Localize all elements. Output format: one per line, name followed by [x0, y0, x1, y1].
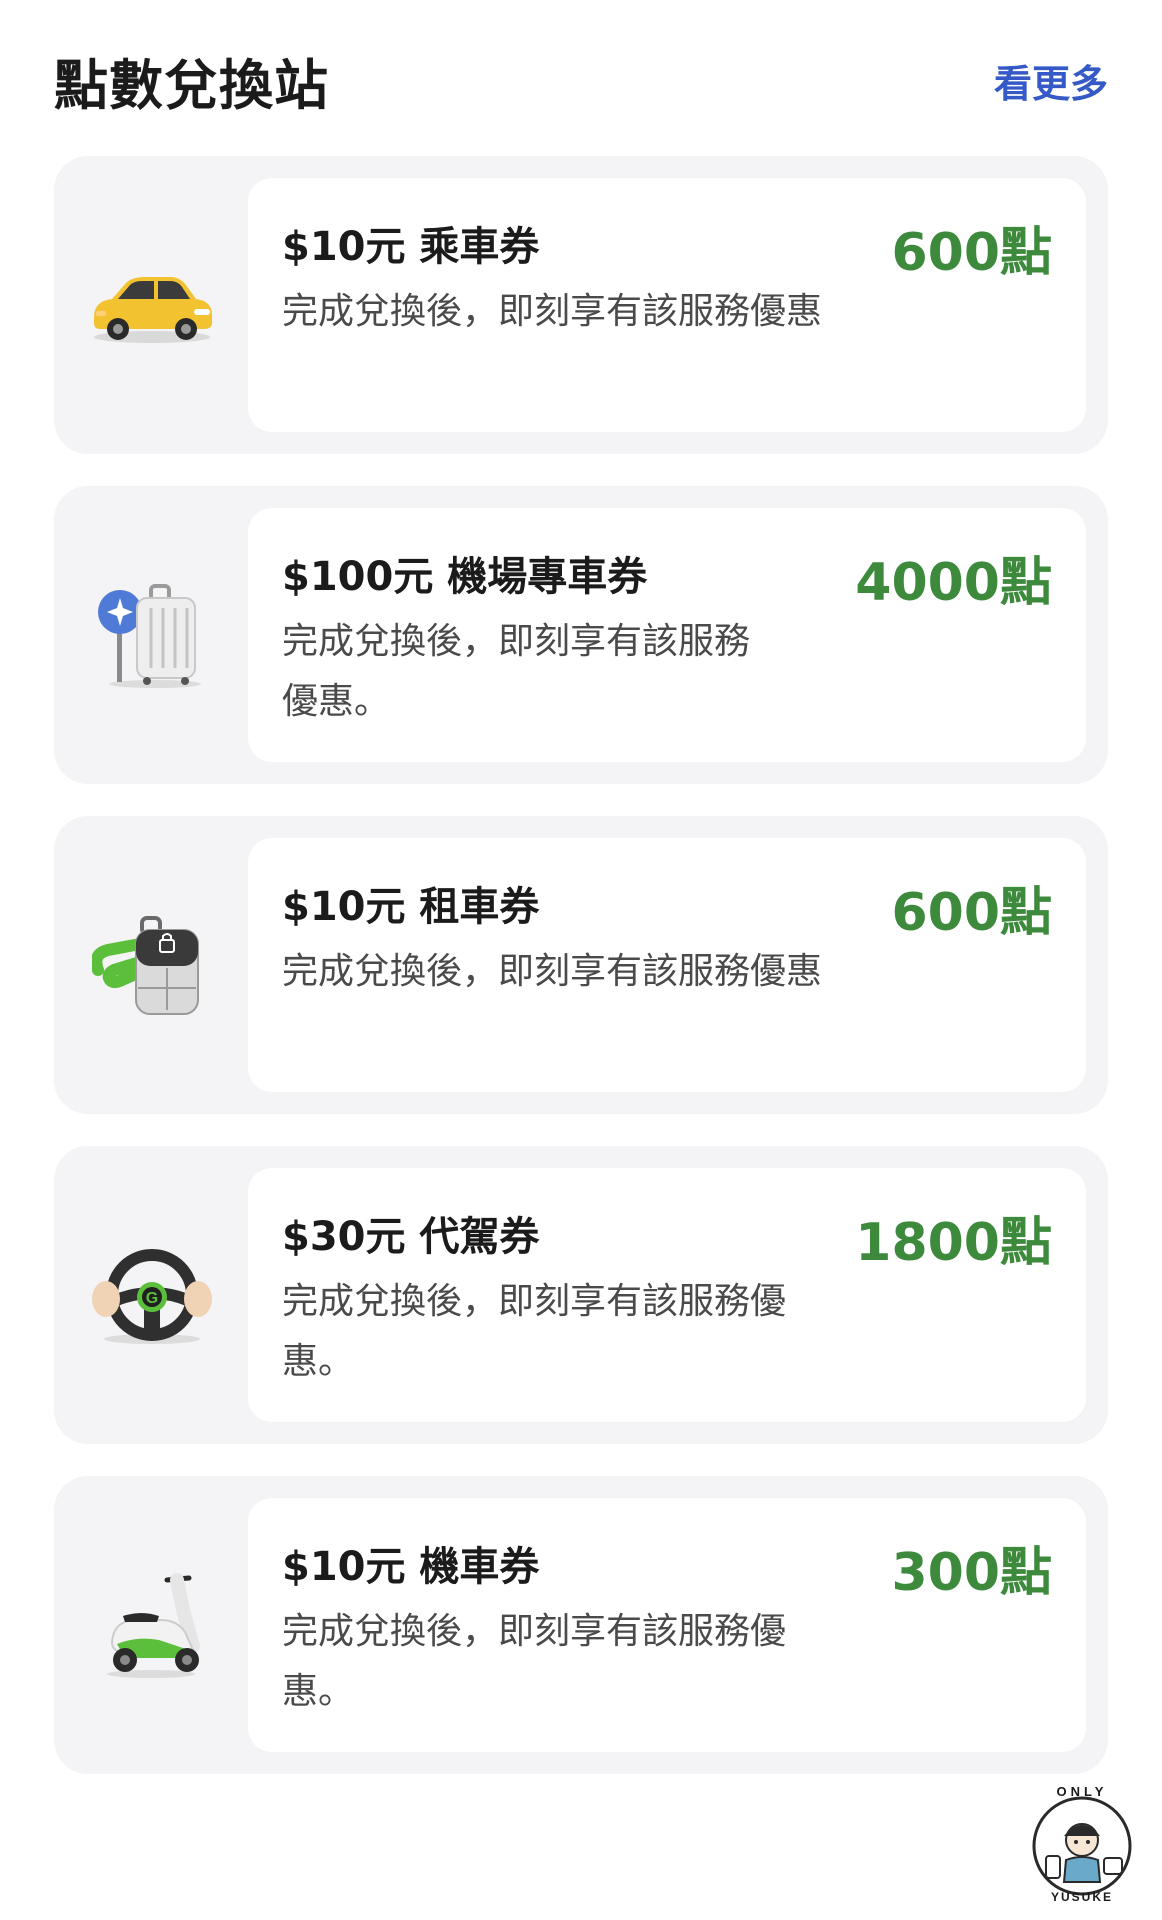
- page-title: 點數兌換站: [54, 53, 329, 117]
- reward-card-body: $100元 機場專車券 4000點 完成兌換後，即刻享有該服務優惠。: [248, 508, 1086, 762]
- reward-card-driver[interactable]: G $30元 代駕券 1800點 完成兌換後，即刻享有該服務優惠。: [54, 1146, 1108, 1444]
- svg-text:G: G: [146, 1290, 158, 1307]
- watermark-logo: ONLY YUSUKE: [1032, 1784, 1132, 1904]
- scooter-icon: [82, 1555, 222, 1695]
- reward-card-ride[interactable]: $10元 乘車券 600點 完成兌換後，即刻享有該服務優惠: [54, 156, 1108, 454]
- reward-title: $30元 代駕券: [282, 1214, 540, 1260]
- reward-card-body: $10元 乘車券 600點 完成兌換後，即刻享有該服務優惠: [248, 178, 1086, 432]
- watermark-top-text: ONLY: [1057, 1784, 1108, 1799]
- reward-title: $10元 租車券: [282, 884, 540, 930]
- reward-points: 1800點: [855, 1213, 1052, 1273]
- airport-luggage-icon: [82, 565, 222, 705]
- steering-wheel-icon: G: [82, 1225, 222, 1365]
- reward-description: 完成兌換後，即刻享有該服務優惠。: [282, 1281, 787, 1382]
- reward-card-airport[interactable]: $100元 機場專車券 4000點 完成兌換後，即刻享有該服務優惠。: [54, 486, 1108, 784]
- reward-title: $10元 乘車券: [282, 224, 540, 270]
- taxi-icon: [82, 235, 222, 375]
- reward-description: 完成兌換後，即刻享有該服務優惠: [282, 951, 823, 992]
- car-key-icon: [82, 895, 222, 1035]
- page-header: 點數兌換站 看更多: [54, 40, 1108, 120]
- reward-card-scooter[interactable]: $10元 機車券 300點 完成兌換後，即刻享有該服務優惠。: [54, 1476, 1108, 1774]
- reward-title: $100元 機場專車券: [282, 554, 648, 600]
- reward-card-rental[interactable]: $10元 租車券 600點 完成兌換後，即刻享有該服務優惠: [54, 816, 1108, 1114]
- watermark-bottom-text: YUSUKE: [1051, 1890, 1113, 1904]
- reward-card-body: $10元 租車券 600點 完成兌換後，即刻享有該服務優惠: [248, 838, 1086, 1092]
- reward-description: 完成兌換後，即刻享有該服務優惠。: [282, 1611, 787, 1712]
- reward-description: 完成兌換後，即刻享有該服務優惠: [282, 291, 823, 332]
- reward-card-body: $10元 機車券 300點 完成兌換後，即刻享有該服務優惠。: [248, 1498, 1086, 1752]
- reward-points: 300點: [891, 1543, 1052, 1603]
- reward-card-body: $30元 代駕券 1800點 完成兌換後，即刻享有該服務優惠。: [248, 1168, 1086, 1422]
- reward-description: 完成兌換後，即刻享有該服務優惠。: [282, 621, 751, 722]
- reward-points: 600點: [891, 883, 1052, 943]
- see-more-link[interactable]: 看更多: [994, 53, 1108, 108]
- reward-points: 600點: [891, 223, 1052, 283]
- reward-list: $10元 乘車券 600點 完成兌換後，即刻享有該服務優惠 $100元 機場專車…: [54, 156, 1108, 1806]
- reward-points: 4000點: [855, 553, 1052, 613]
- reward-title: $10元 機車券: [282, 1544, 540, 1590]
